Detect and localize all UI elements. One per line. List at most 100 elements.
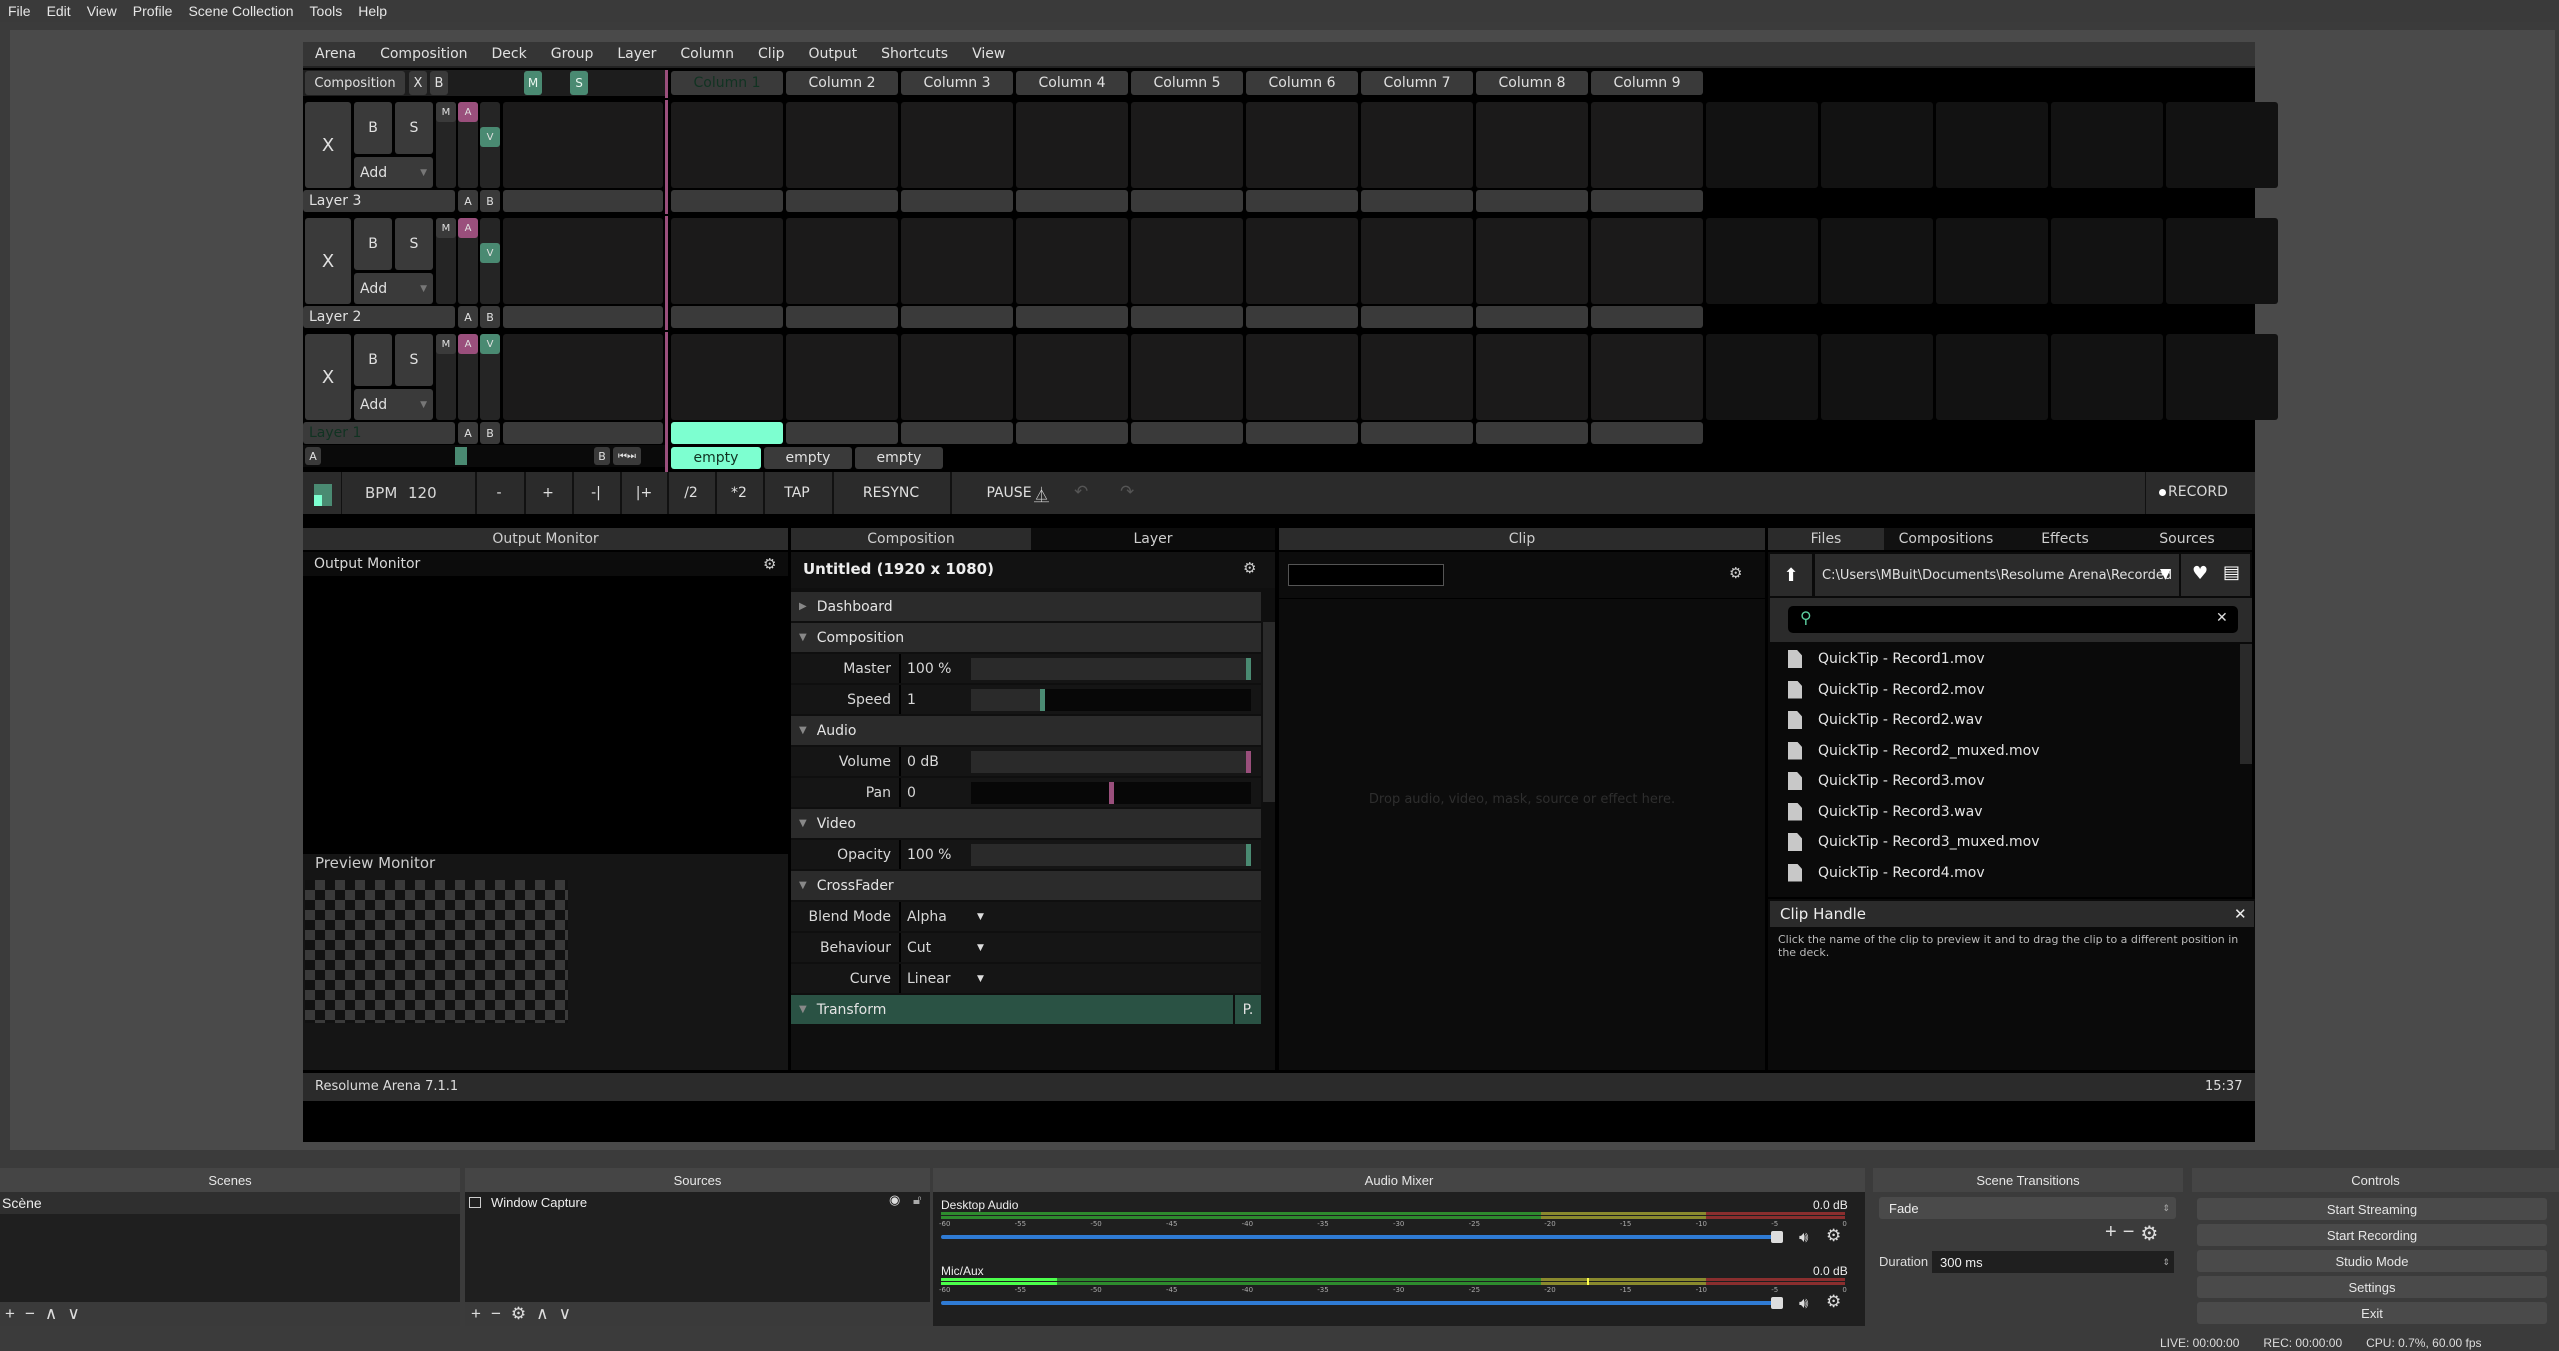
output-monitor-settings-button[interactable]: ⚙ bbox=[763, 555, 776, 573]
param-value[interactable]: 1 bbox=[901, 685, 971, 714]
clip-slot[interactable] bbox=[1591, 102, 1703, 188]
help-close-button[interactable]: ✕ bbox=[2234, 905, 2247, 923]
clip-slot[interactable] bbox=[1361, 218, 1473, 304]
clip-slot-label[interactable] bbox=[1361, 422, 1473, 444]
clip-slot[interactable] bbox=[2051, 102, 2163, 188]
clip-slot[interactable] bbox=[1706, 334, 1818, 420]
param-dropdown[interactable]: Alpha ▼ bbox=[901, 909, 984, 925]
clip-slot-label[interactable] bbox=[901, 306, 1013, 328]
metronome-button[interactable]: ⏅ bbox=[1034, 484, 1049, 505]
menu-view[interactable]: View bbox=[79, 3, 125, 19]
layer-name[interactable]: Layer 3 bbox=[303, 190, 455, 212]
layer-solo-button[interactable]: S bbox=[395, 218, 433, 270]
column-3-header[interactable]: Column 3 bbox=[901, 71, 1013, 95]
clip-name-field[interactable] bbox=[1288, 564, 1444, 586]
clip-slot-label[interactable] bbox=[901, 190, 1013, 212]
layer-video-button[interactable]: V bbox=[480, 243, 500, 263]
layer-a-button[interactable]: A bbox=[458, 422, 478, 444]
clip-slot[interactable] bbox=[1821, 334, 1933, 420]
composition-settings-button[interactable]: ⚙ bbox=[1243, 559, 1256, 577]
mute-button[interactable]: 🔊︎ bbox=[1799, 1228, 1808, 1246]
column-7-header[interactable]: Column 7 bbox=[1361, 71, 1473, 95]
move-source-down-button[interactable]: ∨ bbox=[559, 1304, 571, 1324]
param-dropdown[interactable]: Linear ▼ bbox=[901, 971, 984, 987]
tab-effects[interactable]: Effects bbox=[2008, 528, 2122, 550]
duration-input[interactable]: 300 ms ⇕ bbox=[1932, 1251, 2174, 1273]
layer-video-button[interactable]: V bbox=[480, 334, 500, 354]
add-transition-button[interactable]: + bbox=[2105, 1221, 2117, 1246]
column-9-header[interactable]: Column 9 bbox=[1591, 71, 1703, 95]
redo-button[interactable]: ↷ bbox=[1120, 482, 1134, 502]
clip-slot[interactable] bbox=[1246, 218, 1358, 304]
slider-handle[interactable] bbox=[1246, 657, 1251, 680]
composition-clear-button[interactable]: X bbox=[409, 71, 427, 95]
clip-slot-label[interactable] bbox=[786, 422, 898, 444]
clip-slot[interactable] bbox=[1246, 334, 1358, 420]
crossfader-handle[interactable] bbox=[455, 447, 467, 465]
res-menu-view[interactable]: View bbox=[960, 46, 1017, 62]
layer-clear-button[interactable]: X bbox=[305, 102, 351, 188]
section-crossfader[interactable]: ▼ CrossFader bbox=[791, 871, 1261, 900]
studio-mode-button[interactable]: Studio Mode bbox=[2197, 1250, 2547, 1272]
slider-handle[interactable] bbox=[1246, 750, 1251, 773]
layer-add-dropdown[interactable]: Add ▼ bbox=[354, 157, 433, 188]
res-menu-group[interactable]: Group bbox=[539, 46, 606, 62]
clip-slot[interactable] bbox=[1246, 102, 1358, 188]
deck-tab-2[interactable]: empty bbox=[764, 447, 852, 469]
menu-file[interactable]: File bbox=[0, 3, 39, 19]
transport-button[interactable]: -| bbox=[572, 472, 618, 514]
clip-slot[interactable] bbox=[671, 334, 783, 420]
deck-tab-3[interactable]: empty bbox=[855, 447, 943, 469]
clip-slot[interactable] bbox=[786, 102, 898, 188]
clip-slot-label[interactable] bbox=[1246, 190, 1358, 212]
layer-name[interactable]: Layer 2 bbox=[303, 306, 455, 328]
param-slider[interactable] bbox=[971, 688, 1251, 711]
composition-master-m-button[interactable]: M bbox=[524, 71, 542, 95]
clip-slot[interactable] bbox=[2166, 102, 2278, 188]
settings-button[interactable]: Settings bbox=[2197, 1276, 2547, 1298]
tab-sources[interactable]: Sources bbox=[2122, 528, 2252, 550]
clip-slot[interactable] bbox=[2051, 334, 2163, 420]
clip-slot[interactable] bbox=[1016, 102, 1128, 188]
res-menu-deck[interactable]: Deck bbox=[480, 46, 539, 62]
file-item[interactable]: QuickTip - Record3.mov bbox=[1788, 766, 1985, 796]
tab-composition[interactable]: Composition bbox=[791, 528, 1031, 550]
mute-button[interactable]: 🔊︎ bbox=[1799, 1294, 1808, 1312]
clip-slot-label[interactable] bbox=[1591, 190, 1703, 212]
tab-layer[interactable]: Layer bbox=[1031, 528, 1275, 550]
column-8-header[interactable]: Column 8 bbox=[1476, 71, 1588, 95]
clip-slot[interactable] bbox=[786, 218, 898, 304]
section-video[interactable]: ▼ Video bbox=[791, 809, 1261, 838]
clip-slot-label[interactable] bbox=[901, 422, 1013, 444]
clip-slot-label[interactable] bbox=[786, 190, 898, 212]
clip-slot[interactable] bbox=[2166, 218, 2278, 304]
res-menu-output[interactable]: Output bbox=[796, 46, 869, 62]
deck-tab-1[interactable]: empty bbox=[671, 447, 761, 469]
res-menu-layer[interactable]: Layer bbox=[605, 46, 668, 62]
start-recording-button[interactable]: Start Recording bbox=[2197, 1224, 2547, 1246]
column-4-header[interactable]: Column 4 bbox=[1016, 71, 1128, 95]
folder-up-button[interactable]: ⬆ bbox=[1770, 554, 1812, 596]
menu-profile[interactable]: Profile bbox=[125, 3, 181, 19]
clip-slot[interactable] bbox=[1821, 102, 1933, 188]
crossfader-a-button[interactable]: A bbox=[305, 447, 321, 465]
layer-bypass-button[interactable]: B bbox=[354, 102, 392, 154]
clip-slot-label[interactable] bbox=[1016, 190, 1128, 212]
clip-slot[interactable] bbox=[1016, 334, 1128, 420]
slider-handle[interactable] bbox=[1039, 688, 1045, 711]
layer-video-button[interactable]: V bbox=[480, 127, 500, 147]
lock-icon[interactable]: 🔓︎ bbox=[913, 1193, 921, 1208]
params-scrollbar[interactable] bbox=[1263, 622, 1275, 802]
param-slider[interactable] bbox=[971, 750, 1251, 773]
clip-slot[interactable] bbox=[1591, 334, 1703, 420]
param-slider[interactable] bbox=[971, 781, 1251, 804]
section-dashboard[interactable]: ▶ Dashboard bbox=[791, 592, 1261, 621]
clip-slot[interactable] bbox=[2051, 218, 2163, 304]
view-toggle-button[interactable]: ▤ bbox=[2223, 562, 2240, 583]
favorites-button[interactable]: ♥ bbox=[2192, 563, 2208, 584]
param-value[interactable]: 100 % bbox=[901, 840, 971, 869]
layer-bypass-button[interactable]: B bbox=[354, 218, 392, 270]
clip-slot[interactable] bbox=[1476, 218, 1588, 304]
clip-settings-button[interactable]: ⚙ bbox=[1729, 564, 1742, 582]
layer-clear-button[interactable]: X bbox=[305, 334, 351, 420]
